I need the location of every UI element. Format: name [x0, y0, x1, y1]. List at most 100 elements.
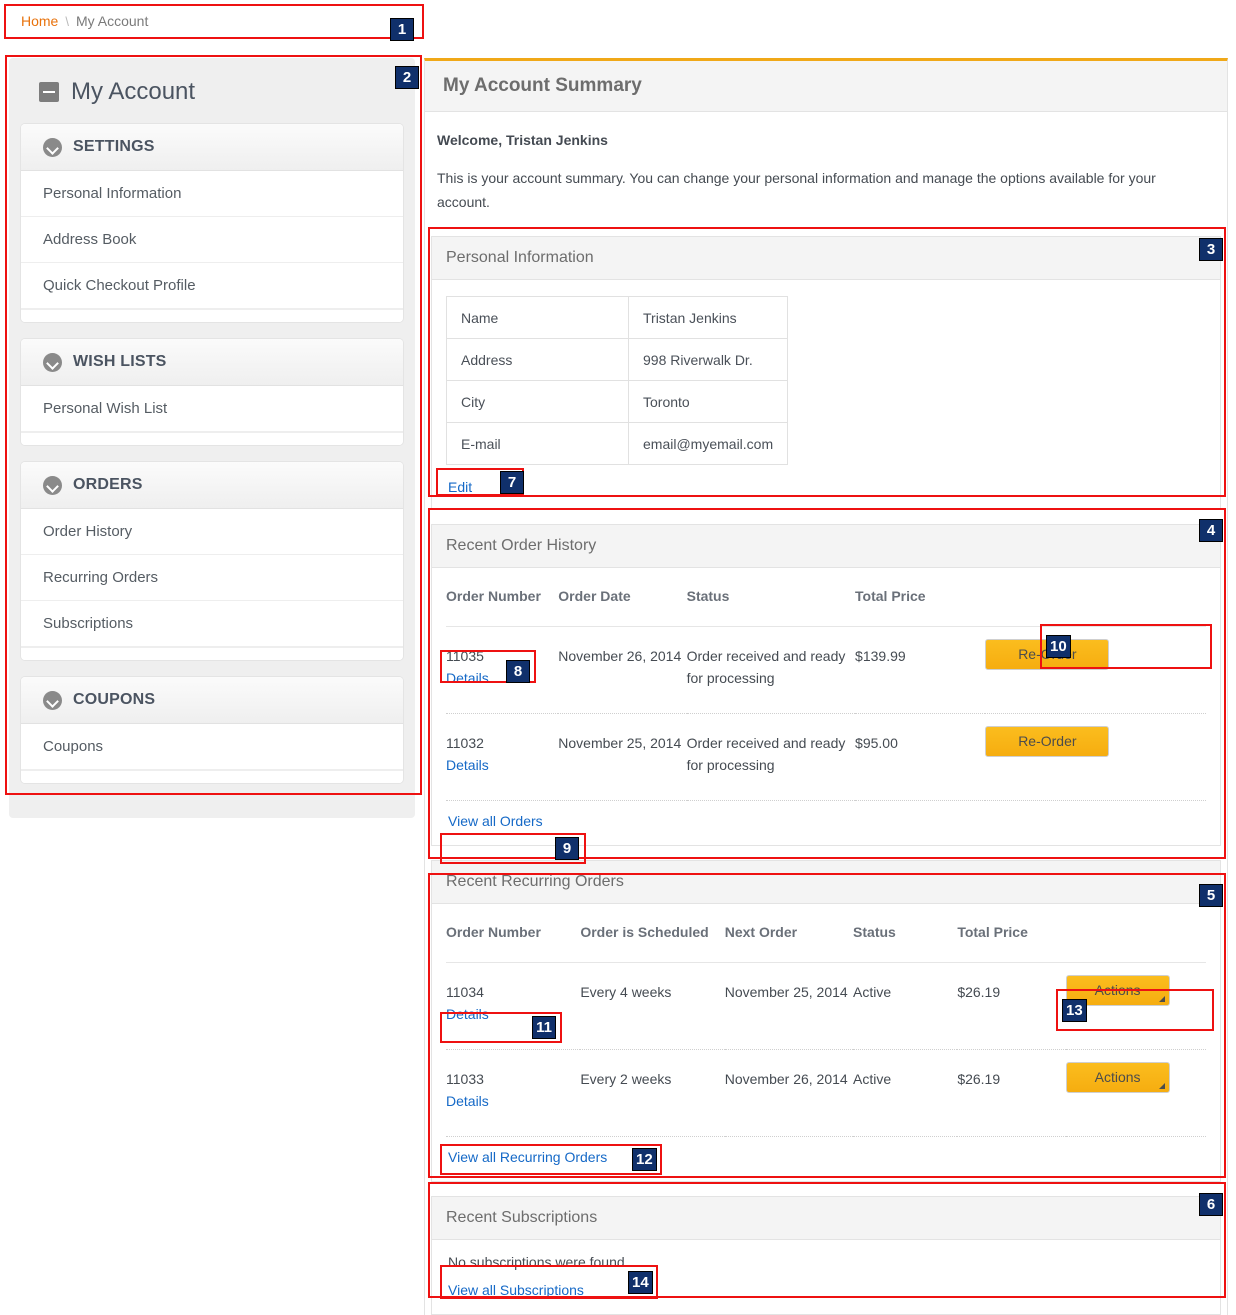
- table-row: City Toronto: [447, 381, 788, 423]
- chevron-down-icon[interactable]: [43, 353, 62, 372]
- sidebar-group-header-coupons[interactable]: COUPONS: [21, 677, 403, 724]
- order-number-value: 11035: [446, 645, 558, 667]
- annotation-number-13: 13: [1062, 999, 1087, 1022]
- cell-total-price: $139.99: [855, 627, 985, 714]
- sidebar-group-footer: [21, 309, 403, 322]
- card-header: Recent Subscriptions: [432, 1197, 1220, 1240]
- cell-status: Active: [853, 963, 957, 1050]
- card-header: Recent Recurring Orders: [432, 861, 1220, 904]
- recent-subscriptions-card: Recent Subscriptions No subscriptions we…: [431, 1196, 1221, 1315]
- annotation-number-6: 6: [1199, 1193, 1223, 1216]
- cell-order-number: 11032 Details: [446, 714, 558, 801]
- caret-icon: [1159, 996, 1165, 1002]
- sidebar-group-label: ORDERS: [73, 476, 143, 494]
- breadcrumb-separator: \: [65, 14, 69, 29]
- cell-order-number: 11034 Details: [446, 963, 580, 1050]
- sidebar-title-label: My Account: [71, 78, 195, 106]
- recent-subscriptions-title: Recent Subscriptions: [446, 1209, 597, 1227]
- annotation-number-8: 8: [506, 660, 530, 683]
- actions-button[interactable]: Actions: [1066, 1062, 1170, 1093]
- account-summary-panel: My Account Summary Welcome, Tristan Jenk…: [424, 58, 1228, 1315]
- recurring-orders-table: Order Number Order is Scheduled Next Ord…: [446, 914, 1206, 1137]
- sidebar-title[interactable]: My Account: [21, 70, 403, 124]
- cell-actions: Re-Order: [985, 714, 1206, 801]
- chevron-down-icon[interactable]: [43, 476, 62, 495]
- table-header-row: Order Number Order Date Status Total Pri…: [446, 578, 1206, 627]
- annotation-number-1: 1: [390, 18, 414, 41]
- recurring-order-details-link[interactable]: Details: [446, 1006, 489, 1022]
- re-order-button[interactable]: Re-Order: [985, 726, 1109, 757]
- chevron-down-icon[interactable]: [43, 691, 62, 710]
- order-number-value: 11032: [446, 732, 558, 754]
- intro-block: Welcome, Tristan Jenkins This is your ac…: [425, 112, 1227, 222]
- sidebar-item-coupons[interactable]: Coupons: [21, 724, 403, 770]
- cell-actions: Actions: [1066, 1050, 1206, 1137]
- table-row: 11035 Details November 26, 2014 Order re…: [446, 627, 1206, 714]
- sidebar-item-address-book[interactable]: Address Book: [21, 217, 403, 263]
- row-key: Address: [447, 339, 629, 381]
- sidebar-item-quick-checkout-profile[interactable]: Quick Checkout Profile: [21, 263, 403, 309]
- breadcrumb-home-link[interactable]: Home: [21, 13, 58, 29]
- sidebar-group-label: COUPONS: [73, 691, 155, 709]
- column-header-order-is-scheduled: Order is Scheduled: [580, 914, 724, 963]
- sidebar-item-personal-wish-list[interactable]: Personal Wish List: [21, 386, 403, 432]
- cell-next-order: November 26, 2014: [725, 1050, 853, 1137]
- view-all-orders-link[interactable]: View all Orders: [448, 813, 543, 829]
- column-header-status: Status: [687, 578, 855, 627]
- sidebar-group-header-settings[interactable]: SETTINGS: [21, 124, 403, 171]
- sidebar-group-header-orders[interactable]: ORDERS: [21, 462, 403, 509]
- chevron-down-icon[interactable]: [43, 138, 62, 157]
- actions-button-label: Actions: [1095, 982, 1141, 998]
- column-header-next-order: Next Order: [725, 914, 853, 963]
- annotation-number-14: 14: [628, 1271, 653, 1294]
- table-row: 11032 Details November 25, 2014 Order re…: [446, 714, 1206, 801]
- table-row: Name Tristan Jenkins: [447, 297, 788, 339]
- column-header-status: Status: [853, 914, 957, 963]
- column-header-order-number: Order Number: [446, 914, 580, 963]
- sidebar-item-order-history[interactable]: Order History: [21, 509, 403, 555]
- cell-next-order: November 25, 2014: [725, 963, 853, 1050]
- sidebar-item-subscriptions[interactable]: Subscriptions: [21, 601, 403, 647]
- personal-information-table: Name Tristan Jenkins Address 998 Riverwa…: [446, 296, 788, 465]
- sidebar-group-orders: ORDERS Order History Recurring Orders Su…: [21, 462, 403, 660]
- recent-order-history-title: Recent Order History: [446, 537, 596, 555]
- annotation-number-7: 7: [500, 471, 524, 494]
- row-value: Toronto: [629, 381, 788, 423]
- recurring-order-details-link[interactable]: Details: [446, 1093, 489, 1109]
- view-all-subscriptions-link[interactable]: View all Subscriptions: [448, 1282, 584, 1298]
- cell-order-date: November 25, 2014: [558, 714, 686, 801]
- sidebar-group-footer: [21, 432, 403, 445]
- caret-icon: [1159, 1083, 1165, 1089]
- collapse-minus-icon[interactable]: [39, 82, 59, 102]
- sidebar-group-footer: [21, 770, 403, 783]
- account-summary-page: Home \ My Account My Account SETTINGS Pe…: [0, 0, 1236, 1315]
- order-details-link[interactable]: Details: [446, 757, 489, 773]
- cell-actions: Re-Order: [985, 627, 1206, 714]
- card-header: Personal Information: [432, 237, 1220, 280]
- recent-order-history-card: Recent Order History Order Number Order …: [431, 524, 1221, 846]
- order-number-value: 11034: [446, 981, 580, 1003]
- row-value: email@myemail.com: [629, 423, 788, 465]
- breadcrumb-current: My Account: [76, 13, 148, 29]
- sidebar-group-settings: SETTINGS Personal Information Address Bo…: [21, 124, 403, 322]
- edit-personal-information-link[interactable]: Edit: [448, 479, 472, 495]
- table-header-row: Order Number Order is Scheduled Next Ord…: [446, 914, 1206, 963]
- personal-information-title: Personal Information: [446, 249, 594, 267]
- annotation-number-9: 9: [555, 837, 579, 860]
- view-all-recurring-orders-link[interactable]: View all Recurring Orders: [448, 1149, 607, 1165]
- page-title: My Account Summary: [443, 75, 642, 97]
- sidebar-group-label: WISH LISTS: [73, 353, 167, 371]
- cell-total-price: $26.19: [957, 1050, 1065, 1137]
- sidebar-item-personal-information[interactable]: Personal Information: [21, 171, 403, 217]
- card-header: Recent Order History: [432, 525, 1220, 568]
- annotation-number-4: 4: [1199, 519, 1223, 542]
- cell-order-number: 11035 Details: [446, 627, 558, 714]
- sidebar-group-footer: [21, 647, 403, 660]
- row-value: 998 Riverwalk Dr.: [629, 339, 788, 381]
- table-row: 11034 Details Every 4 weeks November 25,…: [446, 963, 1206, 1050]
- sidebar-group-header-wish-lists[interactable]: WISH LISTS: [21, 339, 403, 386]
- sidebar-group-wish-lists: WISH LISTS Personal Wish List: [21, 339, 403, 445]
- card-body: Order Number Order Date Status Total Pri…: [432, 568, 1220, 845]
- sidebar-item-recurring-orders[interactable]: Recurring Orders: [21, 555, 403, 601]
- order-details-link[interactable]: Details: [446, 670, 489, 686]
